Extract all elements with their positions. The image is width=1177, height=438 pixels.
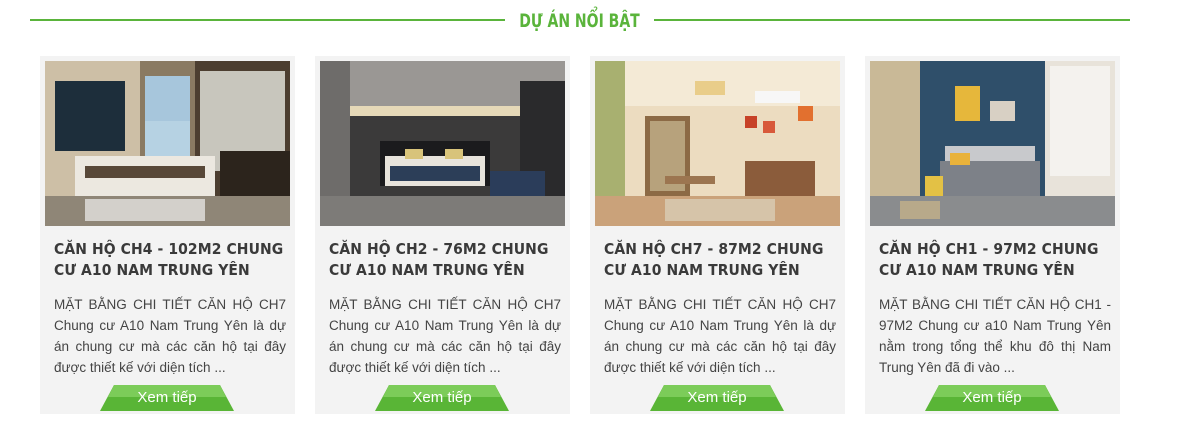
project-description: MẶT BẰNG CHI TIẾT CĂN HỘ CH7 Chung cư A1…	[54, 297, 286, 375]
project-card: CĂN HỘ CH1 - 97M2 CHUNG CƯ A10 NAM TRUNG…	[865, 56, 1120, 414]
read-more-button[interactable]: Xem tiếp	[100, 385, 234, 411]
header-divider-left	[30, 19, 505, 21]
read-more-label: Xem tiếp	[137, 389, 197, 406]
read-more-label: Xem tiếp	[962, 389, 1022, 406]
project-description: MẶT BẰNG CHI TIẾT CĂN HỘ CH1 - 97M2 Chun…	[879, 297, 1111, 375]
project-card: CĂN HỘ CH2 - 76M2 CHUNG CƯ A10 NAM TRUNG…	[315, 56, 570, 414]
read-more-label: Xem tiếp	[412, 389, 472, 406]
project-title[interactable]: CĂN HỘ CH1 - 97M2 CHUNG CƯ A10 NAM TRUNG…	[879, 239, 1111, 281]
section-header: DỰ ÁN NỔI BẬT	[30, 6, 1130, 36]
project-card: CĂN HỘ CH7 - 87M2 CHUNG CƯ A10 NAM TRUNG…	[590, 56, 845, 414]
read-more-button[interactable]: Xem tiếp	[650, 385, 784, 411]
project-thumbnail-kids-bedroom[interactable]	[870, 61, 1115, 226]
project-description: MẶT BẰNG CHI TIẾT CĂN HỘ CH7 Chung cư A1…	[329, 297, 561, 375]
project-title[interactable]: CĂN HỘ CH7 - 87M2 CHUNG CƯ A10 NAM TRUNG…	[604, 239, 836, 281]
project-title[interactable]: CĂN HỘ CH2 - 76M2 CHUNG CƯ A10 NAM TRUNG…	[329, 239, 561, 281]
project-card: CĂN HỘ CH4 - 102M2 CHUNG CƯ A10 NAM TRUN…	[40, 56, 295, 414]
project-title[interactable]: CĂN HỘ CH4 - 102M2 CHUNG CƯ A10 NAM TRUN…	[54, 239, 286, 281]
project-thumbnail-bedroom[interactable]	[45, 61, 290, 226]
read-more-button[interactable]: Xem tiếp	[375, 385, 509, 411]
section-title: DỰ ÁN NỔI BẬT	[519, 10, 640, 32]
project-thumbnail-living-room[interactable]	[595, 61, 840, 226]
header-divider-right	[654, 19, 1130, 21]
project-description: MẶT BẰNG CHI TIẾT CĂN HỘ CH7 Chung cư A1…	[604, 297, 836, 375]
project-thumbnail-bedroom-dark[interactable]	[320, 61, 565, 226]
read-more-label: Xem tiếp	[687, 389, 747, 406]
read-more-button[interactable]: Xem tiếp	[925, 385, 1059, 411]
project-card-list: CĂN HỘ CH4 - 102M2 CHUNG CƯ A10 NAM TRUN…	[40, 56, 1120, 414]
